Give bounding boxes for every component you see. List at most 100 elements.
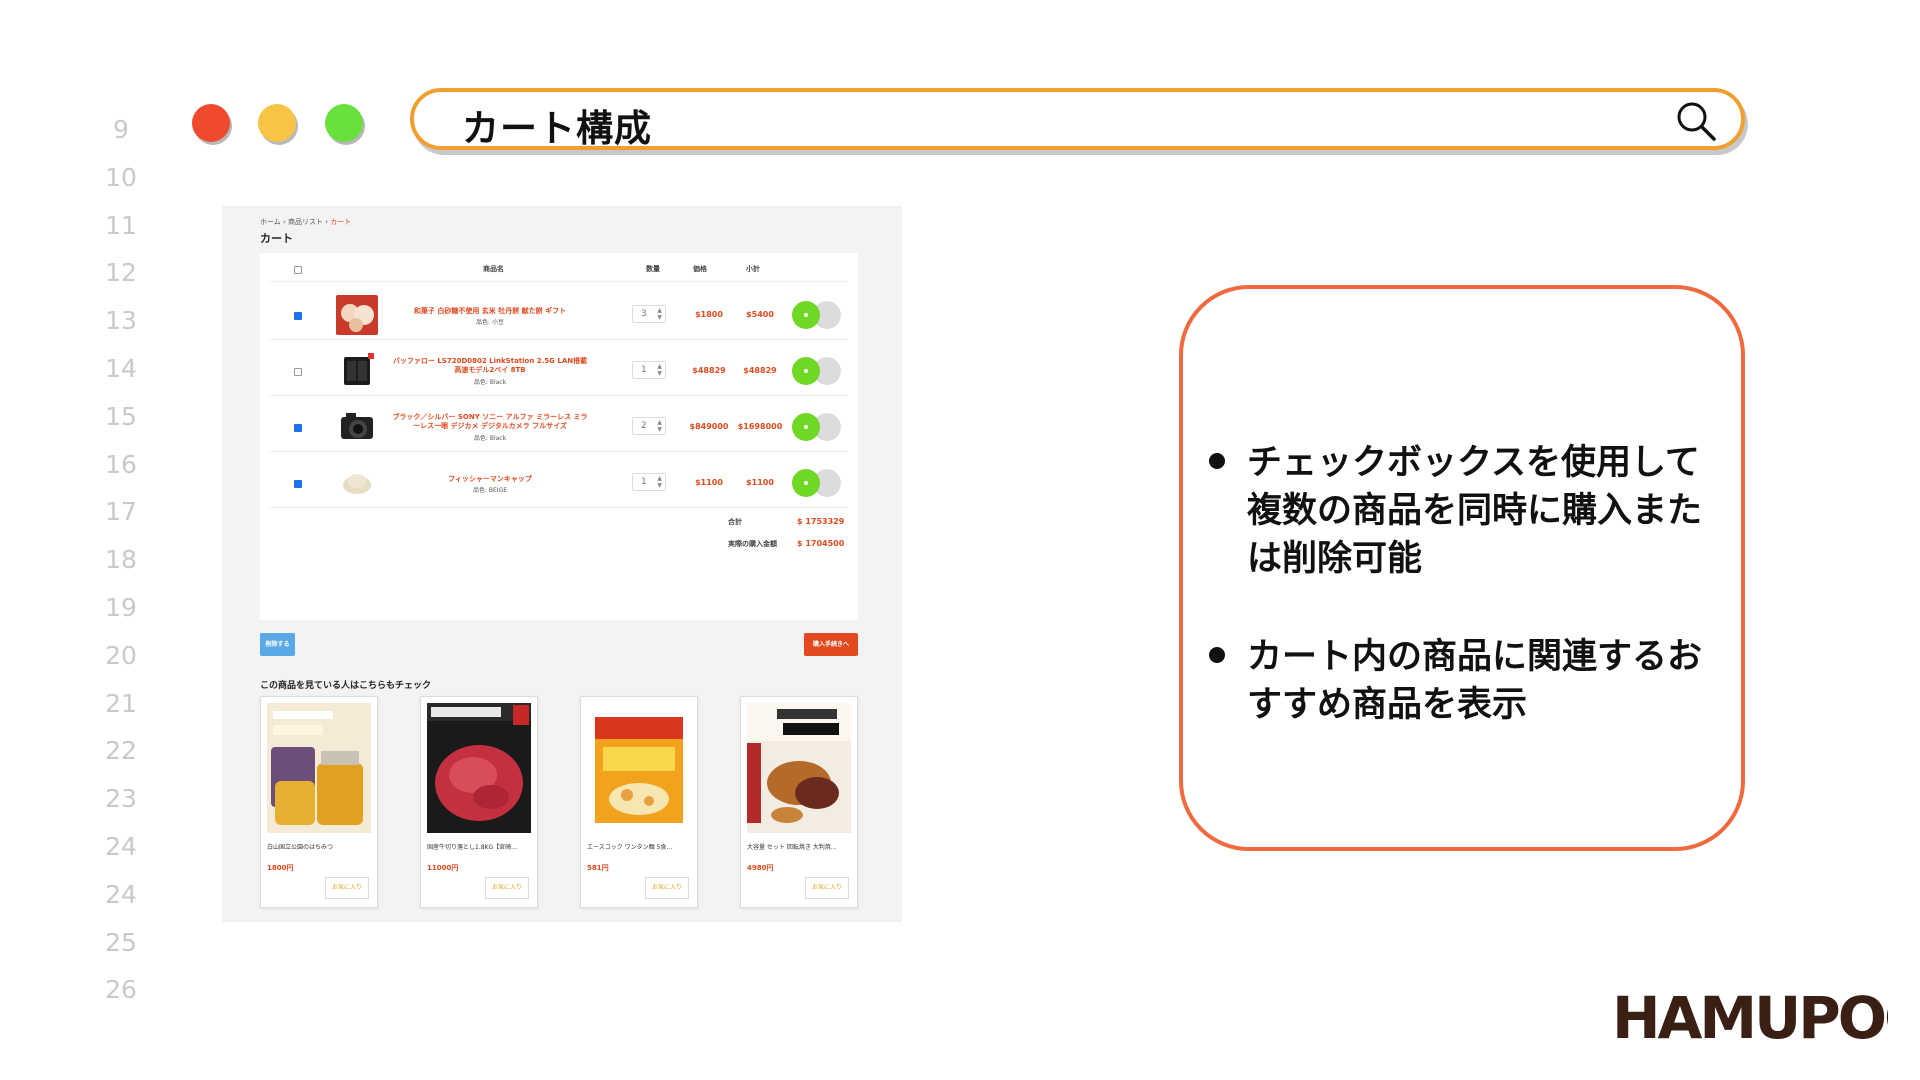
quantity-stepper[interactable]: 1 ▲ ▼ — [632, 473, 666, 491]
divider — [270, 451, 848, 452]
stepper-arrows-icon[interactable]: ▲ ▼ — [657, 475, 662, 489]
product-price: $1100 — [695, 478, 723, 487]
recommend-price: 4980円 — [747, 864, 774, 872]
feature-bullet: チェックボックスを使用して複数の商品を同時に購入または削除可能 — [1209, 439, 1729, 583]
row-checkbox[interactable] — [294, 424, 302, 432]
line-number: 20 — [105, 640, 137, 670]
recommend-heading: この商品を見ている人はこちらもチェック — [260, 681, 432, 691]
delete-button[interactable]: 削除する — [260, 633, 295, 656]
total-value: $ 1753329 — [797, 517, 845, 526]
breadcrumb: ホーム › 商品リスト › カート — [260, 218, 352, 226]
minimize-dot[interactable] — [258, 104, 296, 142]
confirm-button[interactable] — [792, 413, 820, 441]
quantity-stepper[interactable]: 3 ▲ ▼ — [632, 305, 666, 323]
product-variant: 品色: 小豆 — [476, 319, 504, 326]
recommend-price: 11000円 — [427, 864, 459, 872]
product-image-imagawayaki[interactable] — [747, 703, 851, 833]
confirm-button[interactable] — [792, 301, 820, 329]
close-dot[interactable] — [192, 104, 230, 142]
product-subtotal: $48829 — [743, 366, 777, 375]
recommend-name[interactable]: 大容量 セット 回転焼き 大判焼… — [747, 842, 853, 851]
header-subtotal: 小計 — [746, 265, 760, 273]
favorite-button[interactable]: お気に入り — [485, 877, 529, 899]
line-number: 12 — [105, 258, 137, 288]
divider — [270, 507, 848, 508]
breadcrumb-home[interactable]: ホーム — [260, 218, 281, 226]
stepper-arrows-icon[interactable]: ▲ ▼ — [657, 419, 662, 433]
line-number: 19 — [105, 592, 137, 622]
quantity-stepper[interactable]: 1 ▲ ▼ — [632, 361, 666, 379]
line-number: 16 — [105, 449, 137, 479]
product-variant: 品色: Black — [473, 435, 507, 442]
product-name[interactable]: ブラック／シルバー SONY ソニー アルファ ミラーレス ミラーレス一眼 デジ… — [390, 413, 590, 431]
qty-value: 2 — [641, 421, 647, 431]
divider — [270, 339, 848, 340]
stepper-arrows-icon[interactable]: ▲ ▼ — [657, 363, 662, 377]
product-image-noodles[interactable] — [587, 703, 691, 833]
product-image-beef[interactable] — [427, 703, 531, 833]
recommend-name[interactable]: エースコック ワンタン麺 5食… — [587, 842, 693, 851]
recommend-card[interactable]: 白山国立公園のはちみつ 1800円 お気に入り — [260, 696, 378, 908]
recommend-price: 581円 — [587, 864, 609, 872]
feature-text: カート内の商品に関連するおすすめ商品を表示 — [1247, 637, 1703, 725]
line-number: 21 — [105, 688, 137, 718]
recommend-card[interactable]: 国産牛切り落とし1.8KG【宮崎… 11000円 お気に入り — [420, 696, 538, 908]
product-name[interactable]: バッファロー LS720D0802 LinkStation 2.5G LAN搭載… — [390, 357, 590, 375]
quantity-stepper[interactable]: 2 ▲ ▼ — [632, 417, 666, 435]
cart-screenshot: ホーム › 商品リスト › カート カート 商品名 数量 価格 小計 和菓子 白… — [222, 206, 902, 922]
logo-text: HAMUPOCHI — [1612, 984, 1888, 1050]
bullet-icon — [1209, 453, 1225, 469]
line-number: 26 — [105, 975, 137, 1005]
stepper-arrows-icon[interactable]: ▲ ▼ — [657, 307, 662, 321]
line-number: 10 — [105, 162, 137, 192]
row-checkbox[interactable] — [294, 312, 302, 320]
favorite-button[interactable]: お気に入り — [645, 877, 689, 899]
breadcrumb-list[interactable]: 商品リスト — [288, 218, 323, 226]
maximize-dot[interactable] — [325, 104, 363, 142]
product-thumb-camera[interactable] — [336, 407, 378, 447]
product-thumb-wagashi[interactable] — [336, 295, 378, 335]
product-name[interactable]: 和菓子 白砂糖不使用 玄米 牡丹餅 献た餅 ギフト — [390, 307, 590, 316]
cart-heading: カート — [260, 232, 293, 245]
feature-note-card: チェックボックスを使用して複数の商品を同時に購入または削除可能 カート内の商品に… — [1179, 285, 1745, 851]
recommend-name[interactable]: 白山国立公園のはちみつ — [267, 842, 373, 851]
confirm-button[interactable] — [792, 357, 820, 385]
product-price: $48829 — [692, 366, 726, 375]
product-thumb-nas[interactable] — [336, 351, 378, 391]
cart-table: 商品名 数量 価格 小計 和菓子 白砂糖不使用 玄米 牡丹餅 献た餅 ギフト 品… — [260, 253, 858, 620]
select-all-checkbox[interactable] — [294, 266, 302, 274]
line-number: 22 — [105, 736, 137, 766]
product-thumb-cap[interactable] — [336, 463, 378, 503]
actual-total-label: 実際の購入金額 — [728, 540, 777, 548]
checkout-button[interactable]: 購入手続きへ — [804, 633, 858, 656]
search-icon[interactable] — [1675, 100, 1717, 142]
confirm-button[interactable] — [792, 469, 820, 497]
line-number: 14 — [105, 353, 137, 383]
bullet-icon — [1209, 647, 1225, 663]
title-search-bar[interactable]: カート構成 — [410, 88, 1745, 150]
favorite-button[interactable]: お気に入り — [805, 877, 849, 899]
qty-value: 1 — [641, 365, 647, 375]
line-number: 23 — [105, 784, 137, 814]
row-checkbox[interactable] — [294, 480, 302, 488]
product-subtotal: $1698000 — [737, 422, 783, 431]
feature-text: チェックボックスを使用して複数の商品を同時に購入または削除可能 — [1247, 443, 1703, 579]
divider — [270, 281, 848, 282]
recommend-price: 1800円 — [267, 864, 294, 872]
recommend-card[interactable]: 大容量 セット 回転焼き 大判焼… 4980円 お気に入り — [740, 696, 858, 908]
recommend-card[interactable]: エースコック ワンタン麺 5食… 581円 お気に入り — [580, 696, 698, 908]
favorite-button[interactable]: お気に入り — [325, 877, 369, 899]
product-subtotal: $5400 — [746, 310, 774, 319]
header-price: 価格 — [693, 265, 707, 273]
recommend-name[interactable]: 国産牛切り落とし1.8KG【宮崎… — [427, 842, 533, 851]
line-number: 24 — [105, 831, 137, 861]
row-checkbox[interactable] — [294, 368, 302, 376]
breadcrumb-current: カート — [330, 218, 352, 226]
qty-value: 3 — [641, 309, 647, 319]
actual-total-value: $ 1704500 — [797, 539, 845, 548]
product-name[interactable]: フィッシャーマンキャップ — [390, 475, 590, 484]
line-number: 11 — [105, 210, 137, 240]
divider — [270, 395, 848, 396]
line-number: 17 — [105, 497, 137, 527]
product-image-honey[interactable] — [267, 703, 371, 833]
